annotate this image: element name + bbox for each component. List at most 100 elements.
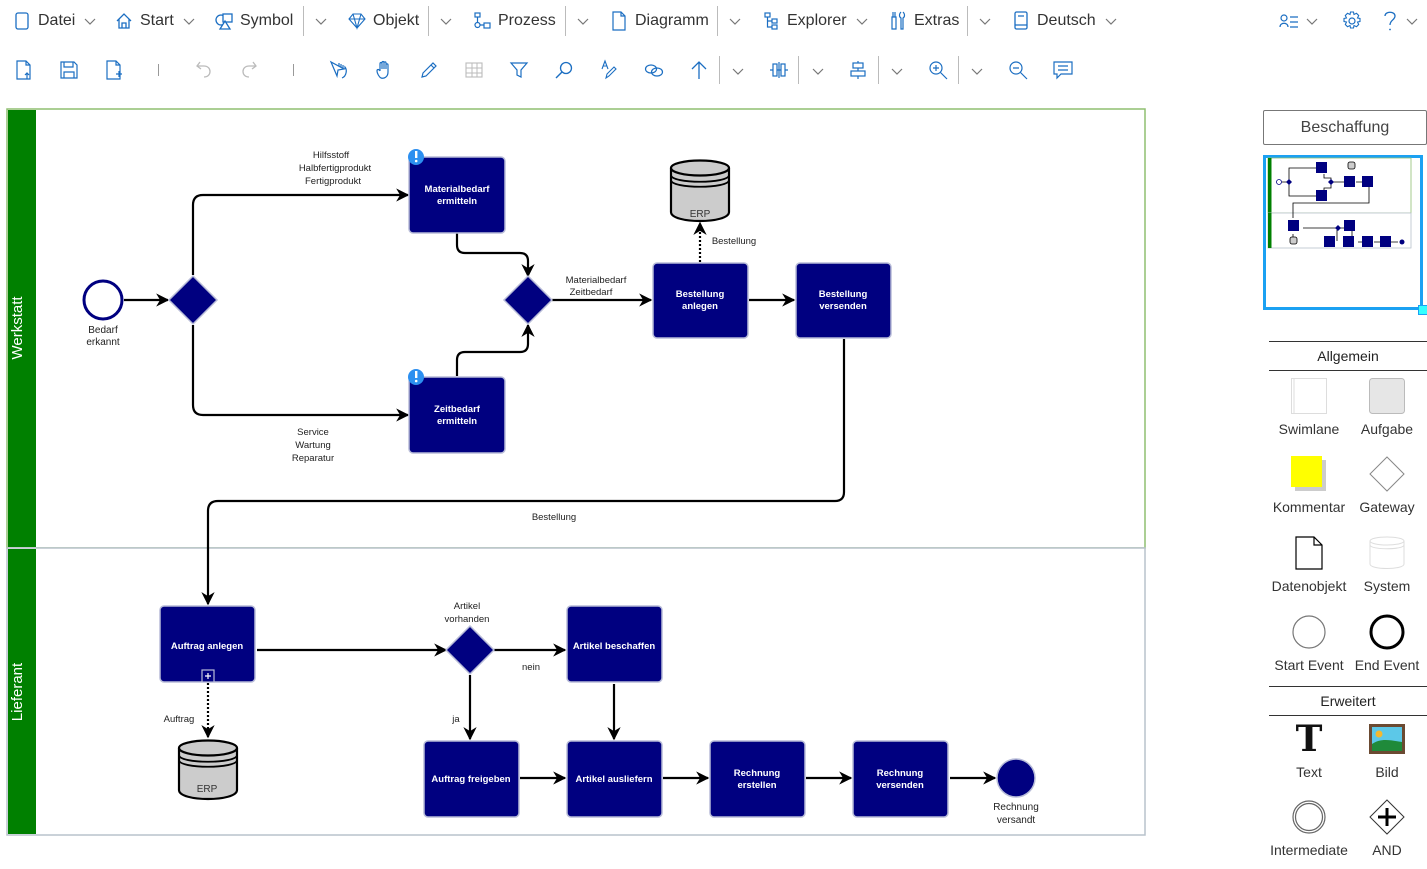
- comment-button[interactable]: [1051, 58, 1075, 82]
- align-center-button[interactable]: [846, 58, 870, 82]
- filter-button[interactable]: [507, 58, 531, 82]
- undo-button[interactable]: [192, 58, 216, 82]
- chevron-down-icon[interactable]: [83, 14, 97, 28]
- system-erp-top[interactable]: ERP: [669, 159, 731, 223]
- warning-badge-icon[interactable]: [408, 149, 424, 165]
- diamond-gem-icon: [347, 11, 367, 31]
- menu-diagramm[interactable]: Diagramm: [609, 6, 709, 36]
- menu-explorer-label: Explorer: [787, 12, 847, 29]
- menu-extras[interactable]: Extras: [888, 6, 959, 36]
- palette-bild[interactable]: Bild: [1347, 716, 1427, 791]
- menu-explorer[interactable]: Explorer: [761, 6, 869, 36]
- task-artikel-ausliefern[interactable]: Artikel ausliefern: [566, 740, 663, 818]
- text-format-button[interactable]: [597, 58, 621, 82]
- new-file-button[interactable]: [102, 58, 126, 82]
- palette-swimlane[interactable]: Swimlane: [1269, 373, 1349, 448]
- task-label: Bestellung: [676, 289, 725, 300]
- help-button[interactable]: [1383, 6, 1419, 36]
- edge-label: Artikel: [454, 601, 480, 612]
- distribute-button[interactable]: [767, 58, 791, 82]
- open-file-button[interactable]: [12, 58, 36, 82]
- palette-text[interactable]: T Text: [1269, 716, 1349, 791]
- menu-objekt[interactable]: Objekt: [347, 6, 419, 36]
- move-up-button[interactable]: [687, 58, 711, 82]
- diagram-canvas[interactable]: Werkstatt Lieferant Bedarf erkannt Mater…: [0, 95, 1160, 868]
- task-materialbedarf-ermitteln[interactable]: Materialbedarf ermitteln: [408, 156, 506, 234]
- palette-start-event[interactable]: Start Event: [1269, 609, 1349, 684]
- chevron-down-icon: [1406, 18, 1418, 25]
- task-auftrag-anlegen[interactable]: Auftrag anlegen: [159, 605, 256, 683]
- menu-deutsch-label: Deutsch: [1037, 12, 1096, 29]
- pencil-button[interactable]: [417, 58, 441, 82]
- task-rechnung-erstellen[interactable]: Rechnung erstellen: [709, 740, 806, 818]
- chevron-down-icon[interactable]: [855, 14, 869, 28]
- chevron-down-icon[interactable]: [731, 64, 745, 78]
- chevron-down-icon[interactable]: [576, 14, 590, 28]
- lane-werkstatt[interactable]: Werkstatt: [6, 108, 1146, 549]
- table-button[interactable]: [462, 58, 486, 82]
- task-label: Auftrag freigeben: [431, 774, 510, 785]
- redo-button[interactable]: [237, 58, 261, 82]
- chevron-down-icon[interactable]: [811, 64, 825, 78]
- menu-start[interactable]: Start: [114, 6, 196, 36]
- link-button[interactable]: [642, 58, 666, 82]
- chevron-down-icon[interactable]: [1104, 14, 1118, 28]
- system-erp-bottom[interactable]: ERP: [177, 739, 239, 801]
- zoom-in-button[interactable]: [926, 58, 950, 82]
- menu-deutsch[interactable]: Deutsch: [1011, 6, 1118, 36]
- palette-system[interactable]: System: [1347, 530, 1427, 605]
- save-button[interactable]: [57, 58, 81, 82]
- section-header-allgemein[interactable]: Allgemein: [1269, 341, 1427, 371]
- menu-datei[interactable]: Datei: [12, 6, 97, 36]
- section-header-erweitert[interactable]: Erweitert: [1269, 686, 1427, 716]
- hand-icon: [376, 60, 389, 79]
- menu-symbol[interactable]: Symbol: [214, 6, 293, 36]
- undo-icon: [196, 61, 211, 78]
- pan-button[interactable]: [372, 58, 396, 82]
- warning-badge-icon[interactable]: [408, 369, 424, 385]
- palette-label: Bild: [1375, 764, 1399, 780]
- chevron-down-icon[interactable]: [182, 14, 196, 28]
- minimap[interactable]: [1263, 155, 1427, 315]
- minimap-resize-handle[interactable]: [1418, 305, 1427, 315]
- task-label: ermitteln: [437, 416, 477, 427]
- user-list-button[interactable]: [1279, 6, 1319, 36]
- zoom-out-icon: [1009, 61, 1028, 80]
- diagram-title-field[interactable]: Beschaffung: [1263, 110, 1427, 145]
- edge-label: Service: [297, 427, 329, 438]
- new-file-icon: [106, 60, 122, 80]
- distribute-icon: [770, 62, 788, 78]
- start-event-label-1: Bedarf: [88, 325, 118, 336]
- palette-datenobjekt[interactable]: Datenobjekt: [1269, 530, 1349, 605]
- chevron-down-icon[interactable]: [890, 64, 904, 78]
- toolbar: [0, 50, 1100, 90]
- tools-icon: [888, 11, 908, 31]
- chevron-down-icon[interactable]: [439, 14, 453, 28]
- palette-intermediate[interactable]: Intermediate: [1269, 794, 1349, 869]
- task-bestellung-anlegen[interactable]: Bestellung anlegen: [652, 262, 749, 339]
- edge-label: vorhanden: [445, 614, 490, 625]
- task-zeitbedarf-ermitteln[interactable]: Zeitbedarf ermitteln: [408, 376, 506, 454]
- palette-aufgabe[interactable]: Aufgabe: [1347, 373, 1427, 448]
- task-auftrag-freigeben[interactable]: Auftrag freigeben: [423, 740, 520, 818]
- search-button[interactable]: [552, 58, 576, 82]
- end-event[interactable]: [996, 758, 1036, 798]
- palette-and[interactable]: AND: [1347, 794, 1427, 869]
- select-pointer-button[interactable]: [327, 58, 351, 82]
- task-bestellung-versenden[interactable]: Bestellung versenden: [795, 262, 892, 339]
- task-rechnung-versenden[interactable]: Rechnung versenden: [852, 740, 949, 818]
- chevron-down-icon[interactable]: [728, 14, 742, 28]
- chevron-down-icon[interactable]: [978, 14, 992, 28]
- settings-button[interactable]: [1342, 6, 1362, 36]
- task-artikel-beschaffen[interactable]: Artikel beschaffen: [566, 605, 663, 683]
- chevron-down-icon[interactable]: [314, 14, 328, 28]
- menu-prozess[interactable]: Prozess: [472, 6, 556, 36]
- palette-kommentar[interactable]: Kommentar: [1269, 451, 1349, 526]
- chevron-down-icon[interactable]: [970, 64, 984, 78]
- palette-end-event[interactable]: End Event: [1347, 609, 1427, 684]
- comment-note-icon: [1291, 456, 1326, 491]
- arrow-up-icon: [691, 61, 707, 79]
- zoom-out-button[interactable]: [1006, 58, 1030, 82]
- palette-gateway[interactable]: Gateway: [1347, 451, 1427, 526]
- start-event[interactable]: [82, 279, 124, 321]
